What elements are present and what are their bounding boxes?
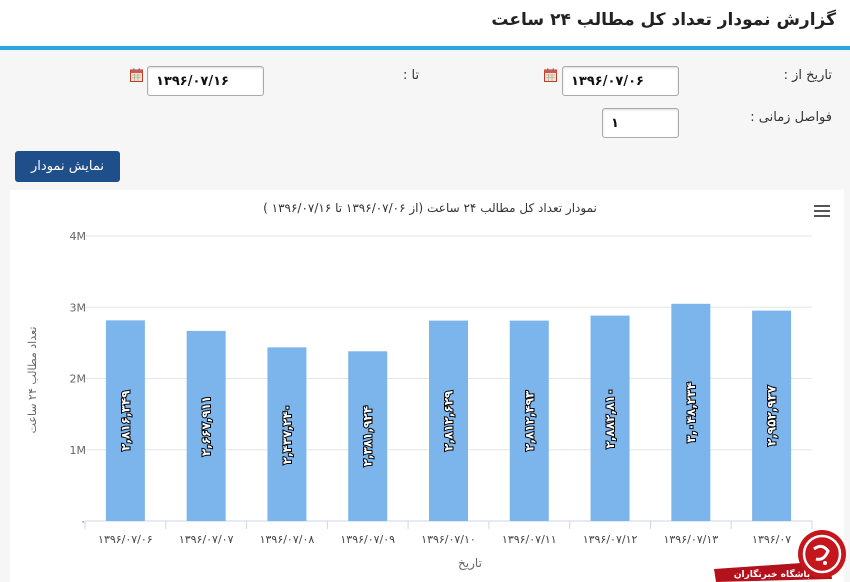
bar-value-label: ۳,۰۴۸,۲۳۴: [684, 382, 698, 442]
y-tick-label: 1M: [70, 444, 87, 457]
x-tick-label: ۱۳۹۶/۰۷/۰۶: [98, 533, 153, 546]
bar-value-label: ۲,۹۵۲,۹۳۷: [765, 385, 779, 446]
x-tick-label: ۱۳۹۶/۰۷/۱۳: [663, 533, 718, 546]
x-tick-label: ۱۳۹۶/۰۷/۱۱: [502, 533, 557, 546]
bar-value-label: ۲,۸۱۲,۴۹۳: [522, 390, 536, 451]
x-tick-label: ۱۳۹۶/۰۷/۰۷: [179, 533, 234, 546]
x-tick-label: ۱۳۹۶/۰۷/۰۹: [340, 533, 395, 546]
y-axis-title: تعداد مطالب ۲۴ ساعت: [26, 327, 39, 434]
x-tick-label: ۱۳۹۶/۰۷/۱۲: [583, 533, 638, 546]
bar-value-label: ۲,۶۶۷,۹۱۱: [199, 396, 213, 456]
chart-title: نمودار تعداد کل مطالب ۲۴ ساعت (از ۱۳۹۶/۰…: [263, 201, 597, 216]
y-tick-label: 2M: [70, 373, 87, 386]
bar-value-label: ۲,۸۱۲,۶۲۹: [442, 390, 456, 451]
y-tick-label: 3M: [70, 301, 87, 314]
watermark-logo: باشگاه خبرنگاران: [714, 530, 846, 582]
bar-chart: نمودار تعداد کل مطالب ۲۴ ساعت (از ۱۳۹۶/۰…: [26, 201, 813, 571]
x-axis-title: تاریخ: [458, 556, 482, 571]
bar-value-label: ۲,۴۳۷,۲۴۰: [280, 404, 294, 464]
watermark-text: باشگاه خبرنگاران: [734, 568, 810, 580]
x-tick-label: ۱۳۹۶/۰۷/۰۸: [260, 533, 315, 546]
x-tick-label: ۱۳۹۶/۰۷/۱۰: [421, 533, 476, 546]
bar-value-label: ۲,۸۸۲,۸۱۰: [603, 388, 617, 448]
y-tick-label: 4M: [70, 230, 87, 243]
bar-value-label: ۲,۳۸۱,۹۲۴: [361, 406, 375, 466]
bar-value-label: ۲,۸۱۶,۳۴۹: [118, 390, 132, 451]
